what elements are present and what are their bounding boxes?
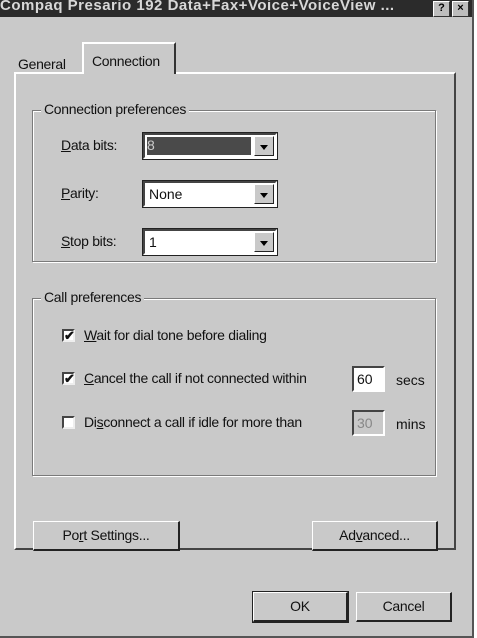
stop-bits-value: 1	[149, 234, 157, 250]
advanced-button[interactable]: Advanced...	[312, 521, 438, 551]
close-icon[interactable]: ×	[452, 1, 469, 17]
ok-button[interactable]: OK	[252, 591, 349, 623]
minutes-unit: mins	[396, 416, 426, 432]
idle-minutes-input[interactable]: 30	[352, 410, 385, 436]
wait-dial-tone-label: Wait for dial tone before dialing	[84, 327, 267, 343]
wait-dial-tone-checkbox[interactable]: ✔	[62, 329, 75, 342]
cancel-call-label: Cancel the call if not connected within	[84, 370, 307, 386]
title-bar[interactable]: Compaq Presario 192 Data+Fax+Voice+Voice…	[0, 0, 472, 17]
chevron-down-icon	[260, 145, 268, 150]
port-settings-button[interactable]: Port Settings...	[33, 521, 180, 551]
cancel-call-checkbox[interactable]: ✔	[62, 372, 75, 385]
data-bits-select[interactable]: 8	[142, 132, 278, 160]
parity-value: None	[149, 186, 183, 202]
seconds-unit: secs	[396, 372, 425, 388]
dialog-window: Compaq Presario 192 Data+Fax+Voice+Voice…	[0, 0, 474, 638]
call-preferences-label: Call preferences	[41, 289, 145, 305]
data-bits-dropdown-button[interactable]	[254, 136, 274, 156]
disconnect-idle-label: Disconnect a call if idle for more than	[84, 414, 302, 430]
cancel-call-seconds-input[interactable]: 60	[352, 366, 385, 392]
help-icon[interactable]: ?	[433, 1, 450, 17]
chevron-down-icon	[260, 193, 268, 198]
parity-select[interactable]: None	[142, 180, 278, 208]
connection-preferences-label: Connection preferences	[41, 101, 190, 117]
data-bits-value: 8	[147, 137, 251, 155]
stop-bits-dropdown-button[interactable]	[254, 232, 274, 252]
window-title: Compaq Presario 192 Data+Fax+Voice+Voice…	[0, 0, 395, 14]
connection-preferences-group: Connection preferences Data bits: 8 Pari…	[32, 101, 436, 262]
stop-bits-select[interactable]: 1	[142, 228, 278, 256]
cancel-button[interactable]: Cancel	[356, 592, 452, 622]
data-bits-label: Data bits:	[61, 137, 118, 153]
tab-connection[interactable]: Connection	[82, 42, 176, 74]
stop-bits-label: Stop bits:	[61, 233, 117, 249]
disconnect-idle-checkbox[interactable]	[62, 416, 75, 429]
parity-dropdown-button[interactable]	[254, 184, 274, 204]
parity-label: Parity:	[61, 185, 99, 201]
tab-panel-connection: Connection preferences Data bits: 8 Pari…	[14, 72, 456, 551]
chevron-down-icon	[260, 241, 268, 246]
